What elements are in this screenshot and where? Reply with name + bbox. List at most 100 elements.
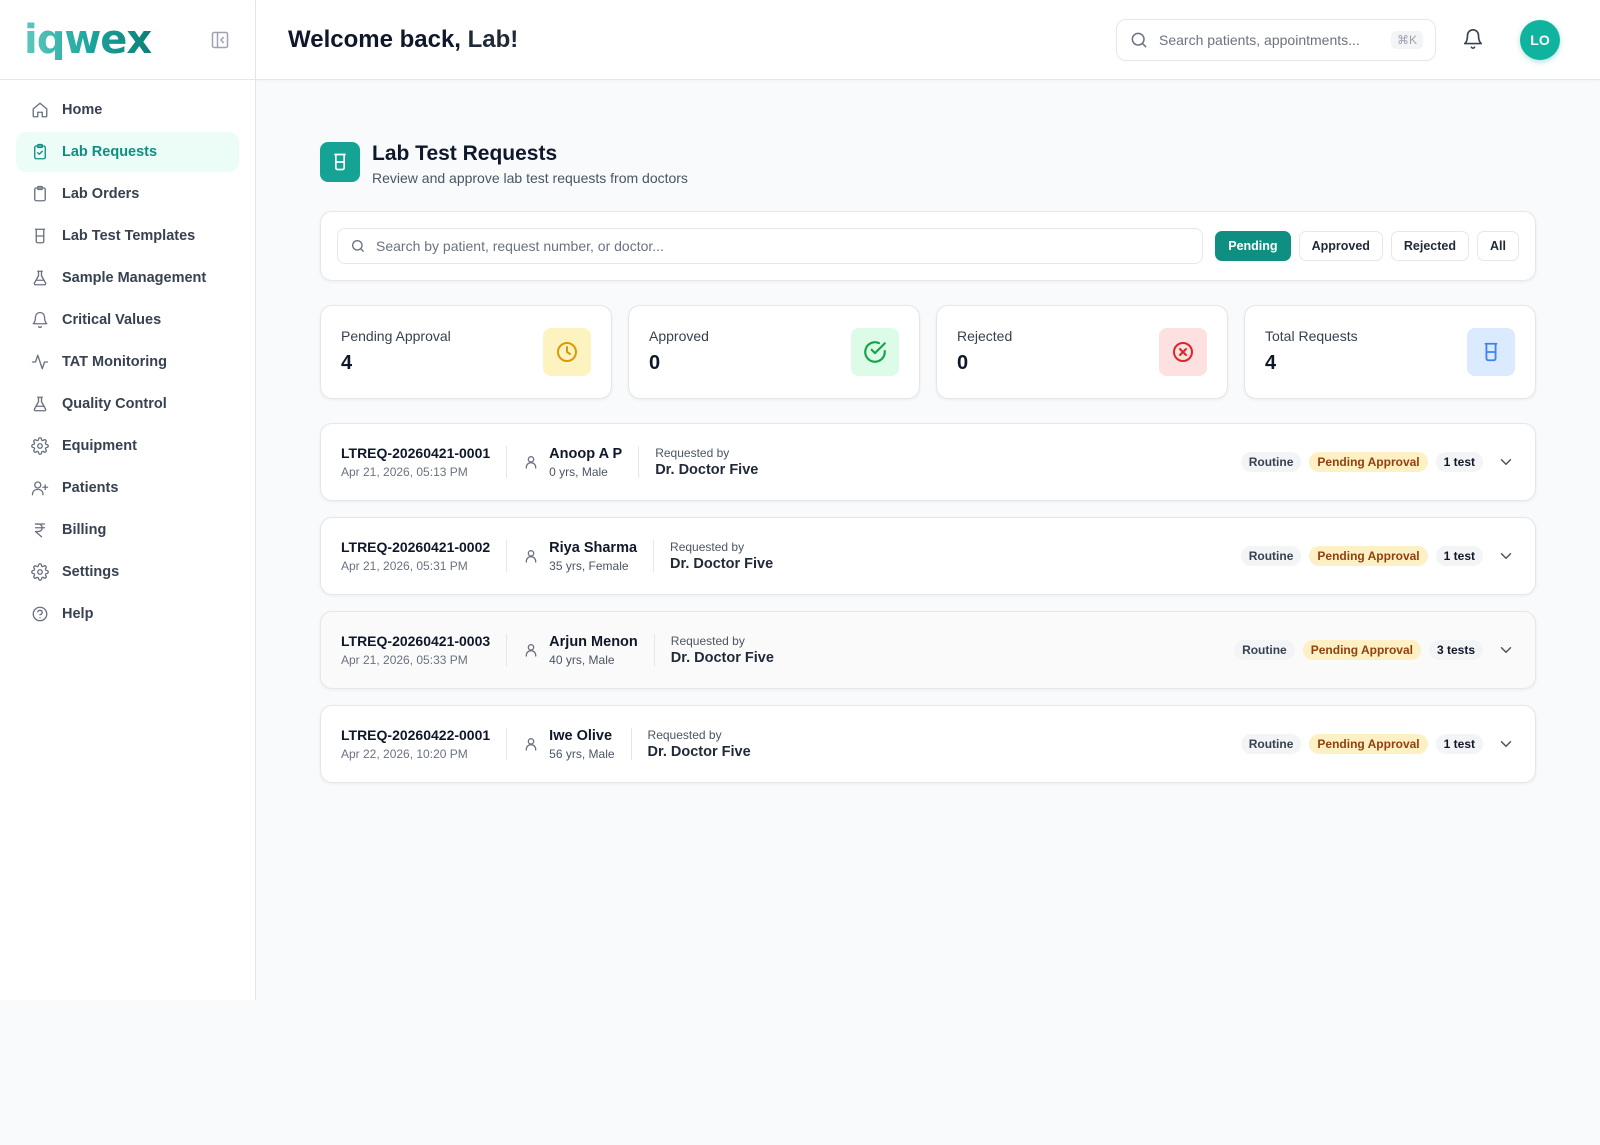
filter-all-button[interactable]: All xyxy=(1477,231,1519,261)
stat-card-total: Total Requests 4 xyxy=(1244,305,1536,399)
filter-rejected-button[interactable]: Rejected xyxy=(1390,231,1470,261)
stat-card-rejected: Rejected 0 xyxy=(936,305,1228,399)
chevron-down-icon[interactable] xyxy=(1497,735,1515,753)
x-circle-icon xyxy=(1159,328,1207,376)
notifications-bell-icon[interactable] xyxy=(1462,28,1484,50)
beaker-icon xyxy=(31,227,49,245)
sidebar-item-critical-values[interactable]: Critical Values xyxy=(16,300,239,340)
filter-approved-button[interactable]: Approved xyxy=(1298,231,1383,261)
welcome-name: Lab! xyxy=(467,26,519,53)
user-avatar[interactable]: LO xyxy=(1520,20,1560,60)
sidebar-item-sample-management[interactable]: Sample Management xyxy=(16,258,239,298)
request-date: Apr 21, 2026, 05:13 PM xyxy=(341,465,468,479)
search-icon xyxy=(350,238,366,254)
test-count-badge: 1 test xyxy=(1435,734,1483,754)
status-badge: Pending Approval xyxy=(1302,640,1421,660)
divider xyxy=(506,728,508,760)
top-header: Welcome back, Lab! Search patients, appo… xyxy=(256,0,1600,80)
divider xyxy=(653,540,655,572)
request-row[interactable]: LTREQ-20260421-0003 Apr 21, 2026, 05:33 … xyxy=(320,611,1536,689)
sidebar-item-label: Lab Requests xyxy=(62,144,158,160)
sidebar-item-settings[interactable]: Settings xyxy=(16,552,239,592)
patient-name: Arjun Menon xyxy=(549,633,638,650)
doctor-name: Dr. Doctor Five xyxy=(670,556,774,572)
patient-meta: 0 yrs, Male xyxy=(549,464,608,479)
bell-icon xyxy=(31,311,49,329)
sidebar-item-help[interactable]: Help xyxy=(16,594,239,634)
test-count-badge: 3 tests xyxy=(1428,640,1483,660)
doctor-name: Dr. Doctor Five xyxy=(670,650,774,666)
requested-by-label: Requested by xyxy=(670,540,745,554)
sidebar-item-label: Lab Orders xyxy=(62,186,140,202)
requested-by-label: Requested by xyxy=(655,446,730,460)
sidebar-item-label: Home xyxy=(62,102,103,118)
activity-icon xyxy=(31,353,49,371)
sidebar-item-lab-requests[interactable]: Lab Requests xyxy=(16,132,239,172)
patient-name: Riya Sharma xyxy=(549,539,638,556)
request-search-input[interactable]: Search by patient, request number, or do… xyxy=(337,228,1204,264)
sidebar-item-tat-monitoring[interactable]: TAT Monitoring xyxy=(16,342,239,382)
sidebar-item-quality-control[interactable]: Quality Control xyxy=(16,384,239,424)
sidebar-nav: Home Lab Requests Lab Orders Lab Test Te… xyxy=(0,80,255,642)
search-shortcut-badge: ⌘K xyxy=(1390,31,1423,49)
sidebar-item-equipment[interactable]: Equipment xyxy=(16,426,239,466)
patient-name: Iwe Olive xyxy=(549,727,613,744)
test-count-badge: 1 test xyxy=(1435,546,1483,566)
requested-by-label: Requested by xyxy=(647,728,722,742)
requested-by-block: Requested by Dr. Doctor Five xyxy=(670,540,773,572)
search-icon xyxy=(1129,30,1149,50)
requested-by-block: Requested by Dr. Doctor Five xyxy=(648,728,751,760)
sidebar-item-label: Sample Management xyxy=(62,270,207,286)
request-row[interactable]: LTREQ-20260421-0001 Apr 21, 2026, 05:13 … xyxy=(320,423,1536,501)
sidebar-item-label: Help xyxy=(62,606,94,622)
divider xyxy=(506,540,508,572)
request-badges: Routine Pending Approval 3 tests xyxy=(1226,612,1515,688)
patient-meta: 40 yrs, Male xyxy=(549,652,615,667)
sidebar-item-label: Equipment xyxy=(62,438,137,454)
request-badges: Routine Pending Approval 1 test xyxy=(1233,706,1515,782)
welcome-heading: Welcome back, Lab! xyxy=(288,26,518,54)
stat-card-approved: Approved 0 xyxy=(628,305,920,399)
sidebar-item-lab-orders[interactable]: Lab Orders xyxy=(16,174,239,214)
patient-block: Iwe Olive 56 yrs, Male xyxy=(523,727,615,761)
test-count-badge: 1 test xyxy=(1435,452,1483,472)
sidebar-item-label: Patients xyxy=(62,480,119,496)
sidebar-item-patients[interactable]: Patients xyxy=(16,468,239,508)
user-plus-icon xyxy=(31,479,49,497)
check-circle-icon xyxy=(851,328,899,376)
stat-card-pending: Pending Approval 4 xyxy=(320,305,612,399)
sidebar-item-label: Critical Values xyxy=(62,312,162,328)
request-row[interactable]: LTREQ-20260421-0002 Apr 21, 2026, 05:31 … xyxy=(320,517,1536,595)
request-date: Apr 22, 2026, 10:20 PM xyxy=(341,747,468,761)
sidebar-item-home[interactable]: Home xyxy=(16,90,239,130)
flask-icon xyxy=(31,395,49,413)
filter-bar: Search by patient, request number, or do… xyxy=(320,211,1536,281)
app-logo[interactable]: iqwex xyxy=(24,20,152,60)
status-badge: Pending Approval xyxy=(1309,452,1428,472)
welcome-prefix: Welcome back, xyxy=(288,26,461,53)
brand-bar: iqwex xyxy=(0,0,255,80)
search-placeholder: Search patients, appointments... xyxy=(1159,32,1360,48)
sidebar-item-label: TAT Monitoring xyxy=(62,354,167,370)
request-id-block: LTREQ-20260421-0002 Apr 21, 2026, 05:31 … xyxy=(341,539,490,573)
patient-block: Arjun Menon 40 yrs, Male xyxy=(523,634,638,667)
divider xyxy=(506,634,508,666)
request-id-block: LTREQ-20260422-0001 Apr 22, 2026, 10:20 … xyxy=(341,727,490,761)
sidebar-item-lab-test-templates[interactable]: Lab Test Templates xyxy=(16,216,239,256)
request-date: Apr 21, 2026, 05:33 PM xyxy=(341,653,468,667)
chevron-down-icon[interactable] xyxy=(1497,641,1515,659)
request-id: LTREQ-20260421-0002 xyxy=(341,539,491,555)
sidebar-collapse-icon[interactable] xyxy=(209,29,231,51)
global-search-input[interactable]: Search patients, appointments... ⌘K xyxy=(1116,19,1436,61)
user-icon xyxy=(523,548,539,564)
filter-pending-button[interactable]: Pending xyxy=(1215,231,1291,261)
status-badge: Pending Approval xyxy=(1309,546,1428,566)
doctor-name: Dr. Doctor Five xyxy=(647,744,751,760)
chevron-down-icon[interactable] xyxy=(1497,547,1515,565)
user-icon xyxy=(523,454,539,470)
request-id: LTREQ-20260421-0001 xyxy=(341,445,491,461)
requested-by-block: Requested by Dr. Doctor Five xyxy=(671,634,774,666)
sidebar-item-billing[interactable]: Billing xyxy=(16,510,239,550)
request-row[interactable]: LTREQ-20260422-0001 Apr 22, 2026, 10:20 … xyxy=(320,705,1536,783)
chevron-down-icon[interactable] xyxy=(1497,453,1515,471)
